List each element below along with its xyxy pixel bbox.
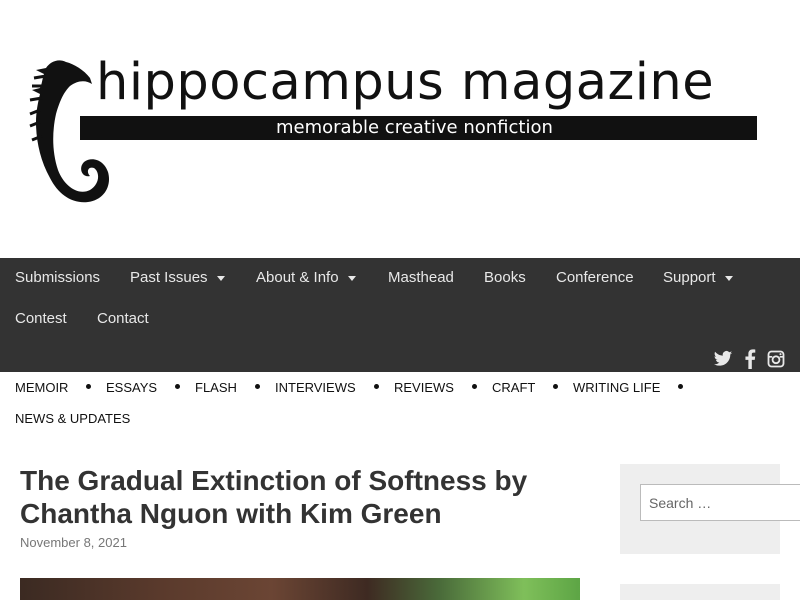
logo-tagline: memorable creative nonfiction (276, 117, 553, 138)
separator-bullet (472, 384, 477, 389)
nav-label: Past Issues (130, 269, 208, 286)
caret-down-icon (724, 275, 733, 281)
category-memoir[interactable]: MEMOIR (15, 380, 68, 396)
logo-title: hippocampus magazine (96, 53, 715, 112)
instagram-icon[interactable] (767, 349, 785, 369)
facebook-icon[interactable] (744, 349, 756, 369)
category-interviews[interactable]: INTERVIEWS (275, 380, 356, 396)
category-reviews[interactable]: REVIEWS (394, 380, 454, 396)
site-header: hippocampus magazine memorable creative … (0, 0, 800, 258)
nav-item-contact[interactable]: Contact (97, 309, 149, 329)
separator-bullet (175, 384, 180, 389)
main-navigation: Submissions Past Issues About & Info Mas… (0, 258, 800, 372)
post-title[interactable]: The Gradual Extinction of Softness by Ch… (20, 464, 580, 530)
separator-bullet (374, 384, 379, 389)
nav-label: Books (484, 269, 526, 286)
separator-bullet (553, 384, 558, 389)
featured-image[interactable] (20, 578, 580, 600)
nav-label: Masthead (388, 269, 454, 286)
caret-down-icon (216, 275, 225, 281)
category-essays[interactable]: ESSAYS (106, 380, 157, 396)
nav-label: About & Info (256, 269, 339, 286)
post-date[interactable]: November 8, 2021 (20, 535, 127, 550)
separator-bullet (678, 384, 683, 389)
nav-label: Conference (556, 269, 634, 286)
category-flash[interactable]: FLASH (195, 380, 237, 396)
caret-down-icon (347, 275, 356, 281)
separator-bullet (86, 384, 91, 389)
nav-item-past-issues[interactable]: Past Issues (130, 268, 225, 288)
nav-label: Contact (97, 310, 149, 327)
separator-bullet (255, 384, 260, 389)
category-bar: MEMOIR ESSAYS FLASH INTERVIEWS REVIEWS C… (0, 372, 800, 436)
nav-item-masthead[interactable]: Masthead (388, 268, 454, 288)
nav-item-contest[interactable]: Contest (15, 309, 67, 329)
twitter-icon[interactable] (713, 349, 733, 369)
site-logo[interactable]: hippocampus magazine memorable creative … (28, 53, 758, 206)
nav-item-submissions[interactable]: Submissions (15, 268, 100, 288)
category-craft[interactable]: CRAFT (492, 380, 535, 396)
nav-label: Contest (15, 310, 67, 327)
category-news-updates[interactable]: NEWS & UPDATES (15, 411, 130, 427)
nav-item-conference[interactable]: Conference (556, 268, 634, 288)
nav-label: Submissions (15, 269, 101, 286)
nav-label: Support (663, 269, 716, 286)
search-input[interactable] (640, 484, 800, 521)
sidebar-widget (620, 584, 780, 600)
category-writing-life[interactable]: WRITING LIFE (573, 380, 660, 396)
nav-item-support[interactable]: Support (663, 268, 733, 288)
nav-item-about-info[interactable]: About & Info (256, 268, 356, 288)
nav-item-books[interactable]: Books (484, 268, 526, 288)
